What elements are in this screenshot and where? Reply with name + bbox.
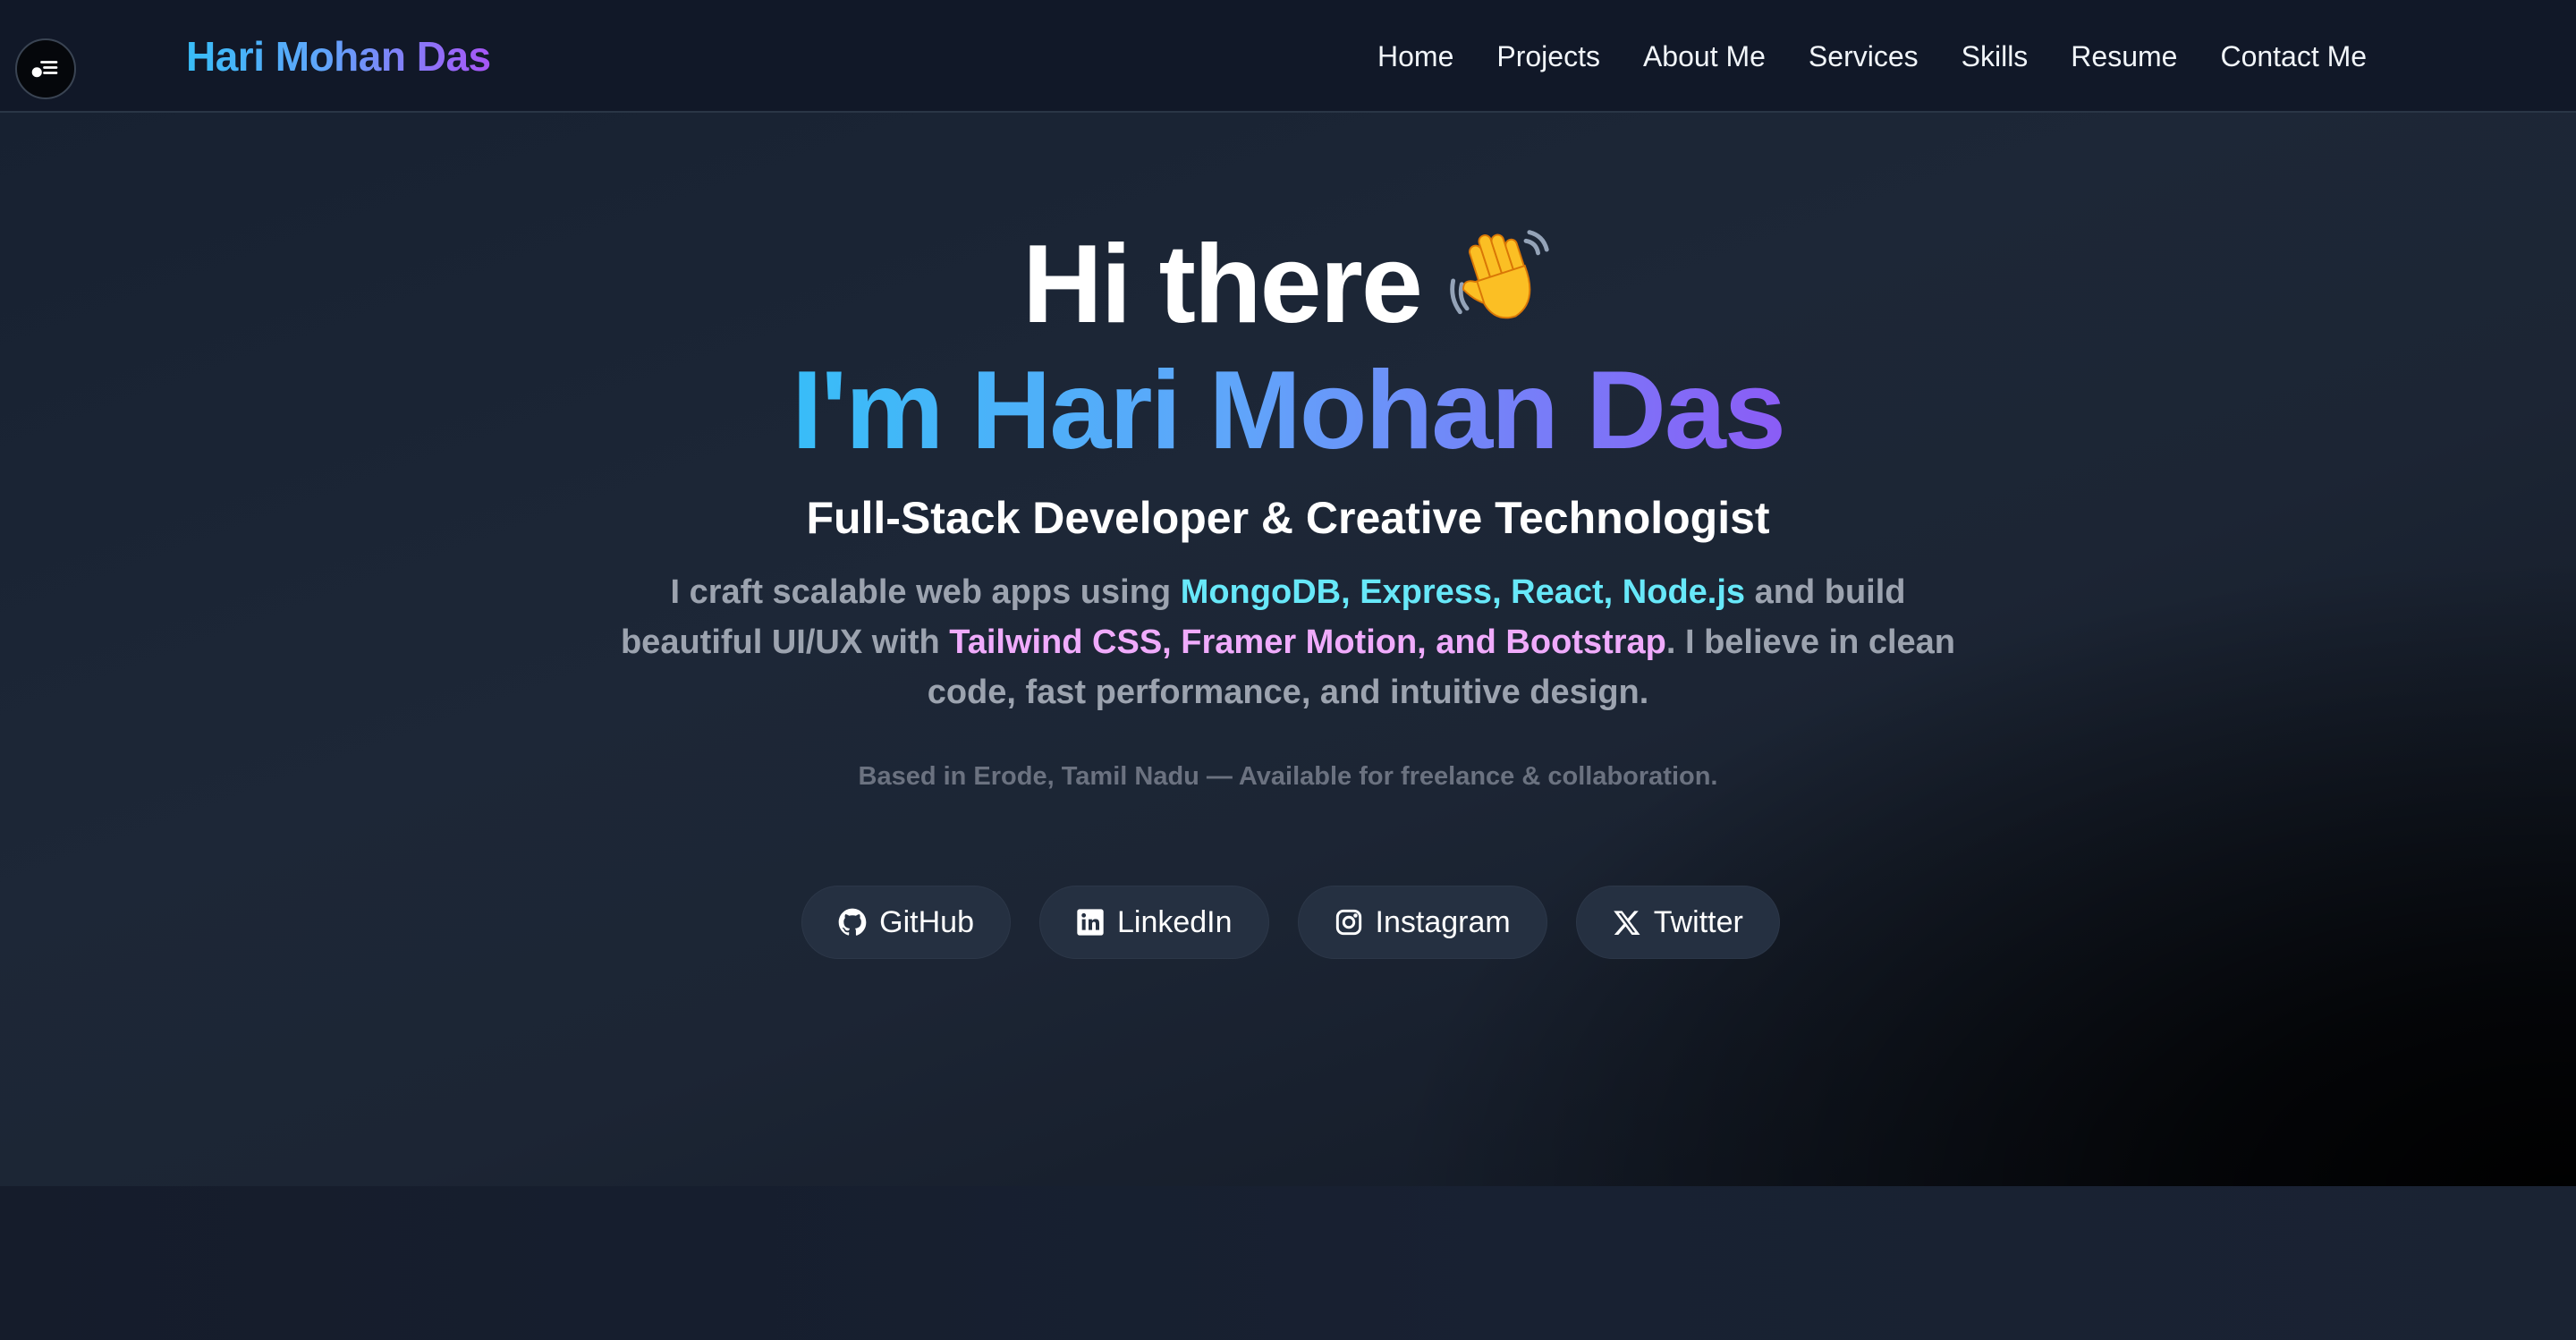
instagram-button[interactable]: Instagram [1297, 886, 1547, 959]
brand-logo-text[interactable]: Hari Mohan Das [186, 27, 491, 86]
nav-link-services[interactable]: Services [1809, 32, 1919, 81]
linkedin-label: LinkedIn [1116, 905, 1233, 939]
nav-link-about-me[interactable]: About Me [1643, 32, 1766, 81]
linkedin-icon [1076, 908, 1105, 937]
nav-link-resume[interactable]: Resume [2071, 32, 2177, 81]
hero-greeting-text: Hi there [1022, 223, 1423, 346]
hero-name-text: I'm Hari Mohan Das [792, 349, 1786, 472]
next-section-background [0, 1186, 2576, 1340]
hero-subtitle: Full-Stack Developer & Creative Technolo… [806, 493, 1770, 543]
github-icon [838, 908, 867, 937]
menu-toggle-icon [30, 53, 62, 85]
navbar: Hari Mohan Das Home Projects About Me Se… [0, 0, 2576, 113]
nav-link-projects[interactable]: Projects [1496, 32, 1600, 81]
description-text-part-1: I craft scalable web apps using [670, 573, 1181, 611]
description-ui-highlight: Tailwind CSS, Framer Motion, and Bootstr… [949, 623, 1666, 661]
hero-location-note: Based in Erode, Tamil Nadu — Available f… [858, 762, 1718, 791]
nav-links: Home Projects About Me Services Skills R… [1377, 32, 2367, 81]
instagram-icon [1335, 908, 1363, 937]
nav-link-home[interactable]: Home [1377, 32, 1453, 81]
hero-section: Hi there I'm Hari Mohan Das Full-Stack D… [0, 113, 2576, 1186]
linkedin-button[interactable]: LinkedIn [1038, 886, 1269, 959]
menu-toggle-button[interactable] [15, 38, 76, 99]
hero-description: I craft scalable web apps using MongoDB,… [599, 567, 1977, 717]
hero-name-heading: I'm Hari Mohan Das [0, 343, 2576, 478]
nav-link-contact-me[interactable]: Contact Me [2220, 32, 2367, 81]
twitter-label: Twitter [1653, 905, 1743, 939]
github-label: GitHub [879, 905, 974, 939]
twitter-button[interactable]: Twitter [1575, 886, 1780, 959]
x-twitter-icon [1613, 908, 1641, 937]
social-links: GitHub LinkedIn Instagram Twitter [0, 886, 2576, 959]
github-button[interactable]: GitHub [801, 886, 1011, 959]
waving-hand-icon [1443, 222, 1554, 333]
instagram-label: Instagram [1375, 905, 1511, 939]
hero-greeting: Hi there [0, 222, 2576, 347]
nav-link-skills[interactable]: Skills [1962, 32, 2029, 81]
description-stack-highlight: MongoDB, Express, React, Node.js [1180, 573, 1746, 611]
